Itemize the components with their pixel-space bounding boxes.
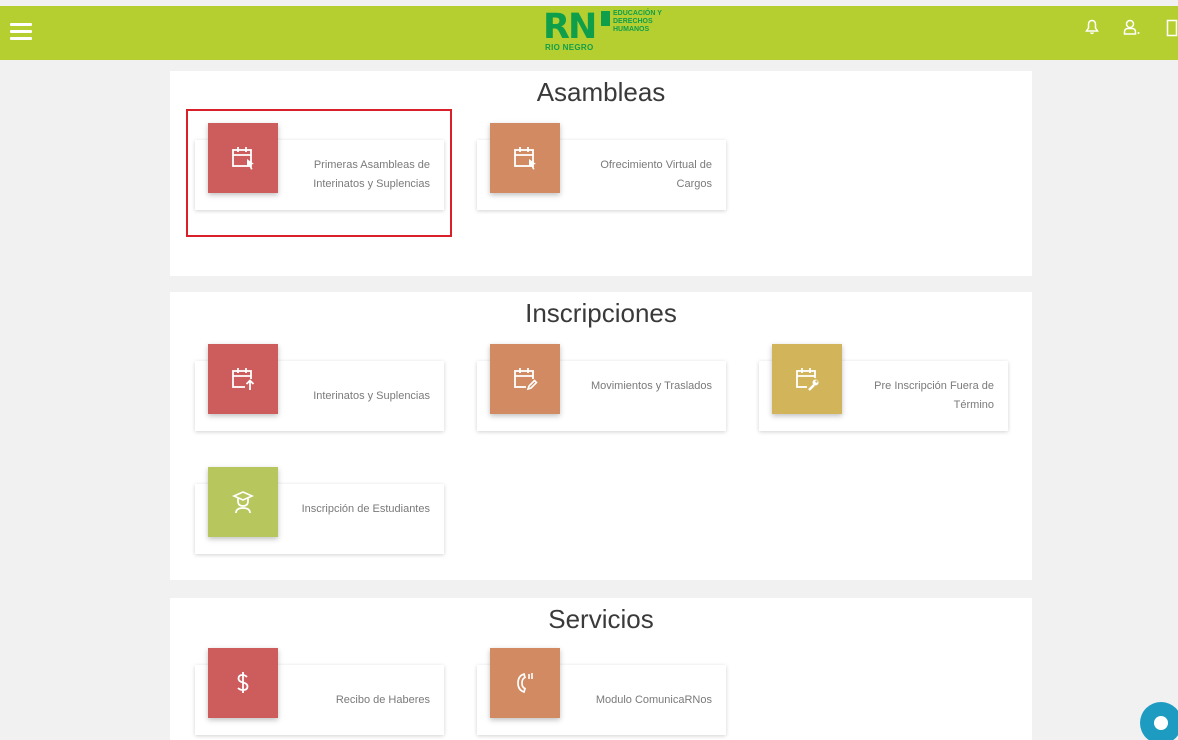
calendar-cursor-icon bbox=[514, 147, 536, 170]
card-recibo-haberes[interactable]: Recibo de Haberes bbox=[195, 648, 444, 735]
section-asambleas: Asambleas Primeras Asambleas de Interina… bbox=[170, 71, 1032, 276]
section-title: Asambleas bbox=[536, 77, 666, 107]
card-label: Interinatos y Suplencias bbox=[313, 390, 430, 402]
help-icon bbox=[1154, 716, 1168, 730]
logo-text: EDUCACIÓN Y DERECHOS HUMANOS bbox=[613, 10, 662, 33]
section-title: Inscripciones bbox=[525, 298, 677, 328]
card-tile bbox=[490, 344, 560, 414]
bell-icon[interactable] bbox=[1085, 19, 1099, 40]
card-label: Modulo ComunicaRNos bbox=[595, 694, 712, 706]
dollar-icon bbox=[237, 672, 249, 693]
section-title: Servicios bbox=[548, 604, 654, 634]
phone-icon bbox=[517, 672, 533, 694]
card-label: Inscripción de Estudiantes bbox=[301, 503, 430, 515]
logo-bar bbox=[601, 11, 610, 26]
card-interinatos-suplencias[interactable]: Interinatos y Suplencias bbox=[195, 344, 444, 431]
card-pre-inscripcion[interactable]: Pre Inscripción Fuera de Término bbox=[759, 344, 1008, 431]
section-servicios: Servicios Recibo de Haberes Modulo Comun… bbox=[170, 598, 1032, 740]
card-label: Primeras Asambleas de Interinatos y Supl… bbox=[313, 159, 430, 190]
card-tile bbox=[772, 344, 842, 414]
section-inscripciones: Inscripciones Interinatos y Suplencias M… bbox=[170, 292, 1032, 580]
calendar-cursor-icon bbox=[232, 147, 254, 170]
card-label: Pre Inscripción Fuera de Término bbox=[874, 380, 994, 411]
card-ofrecimiento-virtual[interactable]: Ofrecimiento Virtual de Cargos bbox=[477, 123, 726, 210]
calendar-edit-icon bbox=[514, 368, 538, 391]
card-inscripcion-estudiantes[interactable]: Inscripción de Estudiantes bbox=[195, 467, 444, 554]
logo: RN EDUCACIÓN Y DERECHOS HUMANOS RIO NEGR… bbox=[543, 9, 683, 55]
card-tile bbox=[208, 648, 278, 718]
logo-letters: RN bbox=[543, 7, 597, 47]
card-movimientos-traslados[interactable]: Movimientos y Traslados bbox=[477, 344, 726, 431]
card-label: Ofrecimiento Virtual de Cargos bbox=[600, 159, 712, 190]
card-tile bbox=[208, 123, 278, 193]
logo-subtitle: RIO NEGRO bbox=[545, 43, 594, 52]
card-tile bbox=[490, 123, 560, 193]
top-bar: RN EDUCACIÓN Y DERECHOS HUMANOS RIO NEGR… bbox=[0, 6, 1178, 60]
calendar-wrench-icon bbox=[796, 368, 819, 391]
graduate-icon bbox=[231, 491, 255, 514]
card-modulo-comunicarnos[interactable]: Modulo ComunicaRNos bbox=[477, 648, 726, 735]
card-primeras-asambleas[interactable]: Primeras Asambleas de Interinatos y Supl… bbox=[195, 123, 444, 210]
card-tile bbox=[208, 344, 278, 414]
calendar-upload-icon bbox=[232, 368, 255, 391]
card-label: Recibo de Haberes bbox=[335, 694, 430, 706]
user-icon[interactable] bbox=[1123, 19, 1141, 40]
help-button[interactable] bbox=[1140, 702, 1178, 740]
card-label: Movimientos y Traslados bbox=[590, 380, 712, 392]
menu-icon[interactable] bbox=[10, 23, 32, 40]
card-tile bbox=[490, 648, 560, 718]
card-tile bbox=[208, 467, 278, 537]
logout-icon[interactable] bbox=[1166, 19, 1178, 42]
